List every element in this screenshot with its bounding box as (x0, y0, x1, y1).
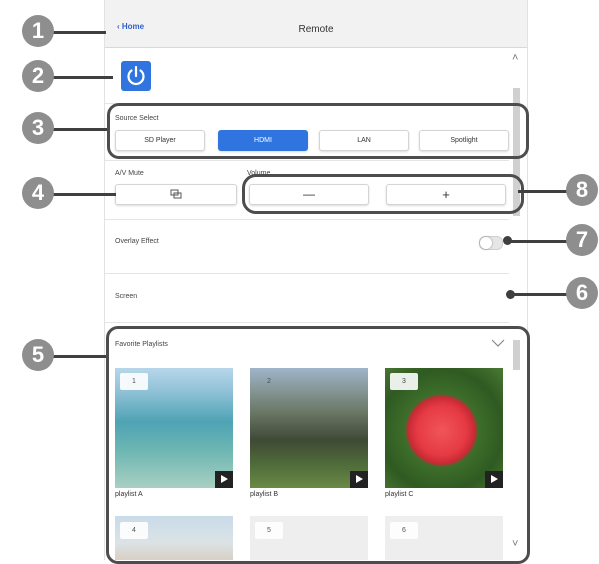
callout-4: 4 (22, 177, 54, 209)
toggle-knob (480, 237, 492, 249)
divider (105, 322, 509, 323)
callout-5: 5 (22, 339, 54, 371)
callout-line (518, 190, 568, 193)
callout-line (510, 293, 570, 296)
callout-line (50, 128, 107, 131)
av-mute-icon (170, 189, 182, 199)
power-icon (127, 65, 145, 86)
volume-highlight (242, 174, 524, 214)
source-select-highlight (107, 103, 529, 159)
av-mute-label: A/V Mute (115, 170, 144, 177)
callout-line (50, 31, 106, 34)
divider (105, 160, 509, 161)
callout-1: 1 (22, 15, 54, 47)
divider (105, 273, 509, 274)
favorites-highlight (106, 326, 530, 564)
page-title: Remote (298, 24, 334, 35)
callout-3: 3 (22, 112, 54, 144)
divider (105, 219, 509, 220)
callout-8: 8 (566, 174, 598, 206)
callout-6: 6 (566, 277, 598, 309)
callout-line (50, 76, 113, 79)
scroll-up-icon[interactable]: ˄ (512, 52, 518, 64)
overlay-effect-toggle[interactable] (479, 236, 503, 250)
callout-2: 2 (22, 60, 54, 92)
av-mute-button[interactable] (115, 184, 237, 205)
callout-line (508, 240, 570, 243)
screen-label: Screen (115, 293, 138, 300)
callout-line (50, 193, 116, 196)
overlay-effect-label: Overlay Effect (115, 238, 159, 245)
callout-7: 7 (566, 224, 598, 256)
callout-line (50, 355, 106, 358)
power-button[interactable] (121, 61, 151, 91)
top-bar: ‹ Home Remote (105, 0, 527, 48)
